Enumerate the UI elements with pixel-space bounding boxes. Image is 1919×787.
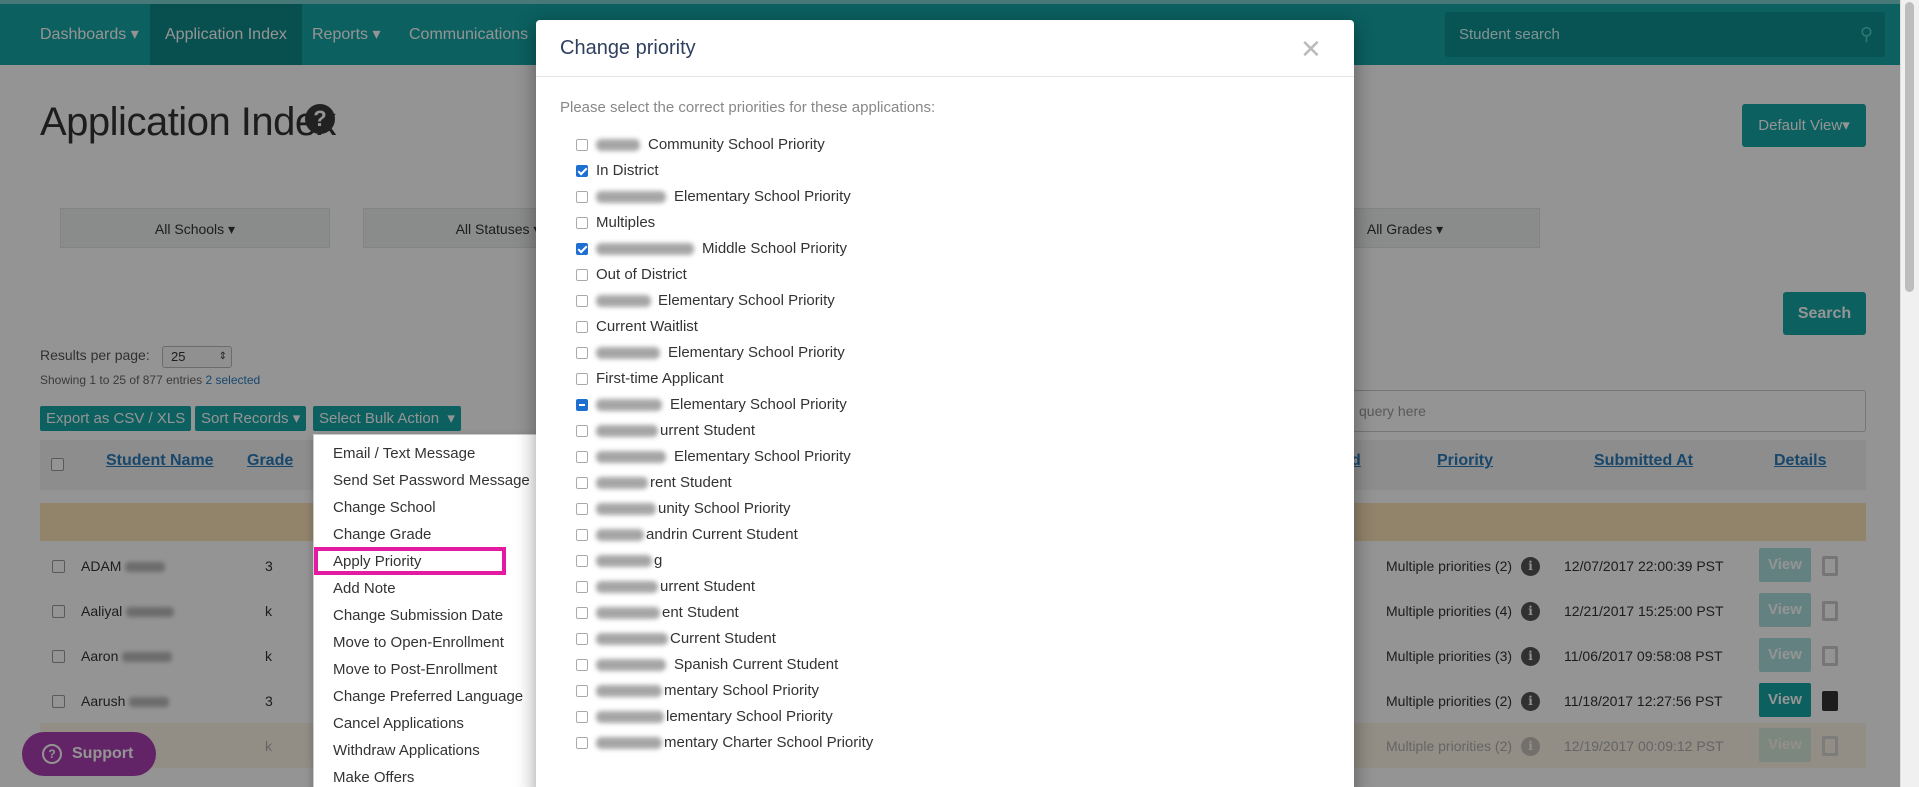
redacted-text — [596, 295, 651, 307]
priority-label: unity School Priority — [658, 500, 791, 517]
menu-item-change-submission-date[interactable]: Change Submission Date — [333, 607, 503, 624]
priority-checkbox[interactable] — [576, 737, 588, 749]
priority-label: urrent Student — [660, 422, 756, 439]
redacted-text — [596, 581, 658, 593]
priority-label: urrent Student — [660, 578, 756, 595]
priority-label: Out of District — [596, 266, 687, 283]
priority-checkbox[interactable] — [576, 399, 588, 411]
menu-item-send-password[interactable]: Send Set Password Message — [333, 472, 530, 489]
menu-item-preferred-language[interactable]: Change Preferred Language — [333, 688, 523, 705]
priority-checkbox[interactable] — [576, 347, 588, 359]
menu-item-cancel-applications[interactable]: Cancel Applications — [333, 715, 464, 732]
priority-label: andrin Current Student — [646, 526, 798, 543]
priority-checkbox[interactable] — [576, 581, 588, 593]
redacted-text — [596, 633, 668, 645]
priority-checkbox[interactable] — [576, 269, 588, 281]
priority-checkbox[interactable] — [576, 373, 588, 385]
redacted-text — [596, 139, 640, 151]
priority-label: Middle School Priority — [702, 240, 848, 257]
redacted-text — [596, 659, 666, 671]
priority-label: Current Student — [670, 630, 776, 647]
priority-checkbox[interactable] — [576, 191, 588, 203]
redacted-text — [596, 503, 656, 515]
redacted-text — [596, 685, 662, 697]
menu-item-add-note[interactable]: Add Note — [333, 580, 396, 597]
priority-label: mentary School Priority — [664, 682, 820, 699]
modal-instructions: Please select the correct priorities for… — [560, 99, 936, 116]
priority-label: mentary Charter School Priority — [664, 734, 874, 751]
redacted-text — [596, 477, 648, 489]
priority-checkbox[interactable] — [576, 425, 588, 437]
priority-checkbox[interactable] — [576, 633, 588, 645]
menu-item-withdraw-applications[interactable]: Withdraw Applications — [333, 742, 480, 759]
priority-label: rent Student — [650, 474, 732, 491]
redacted-text — [596, 711, 664, 723]
priority-checkbox[interactable] — [576, 659, 588, 671]
menu-item-change-grade[interactable]: Change Grade — [333, 526, 431, 543]
menu-item-post-enrollment[interactable]: Move to Post-Enrollment — [333, 661, 497, 678]
priority-label: Community School Priority — [648, 136, 825, 153]
priority-checkbox[interactable] — [576, 685, 588, 697]
priority-checkbox[interactable] — [576, 243, 588, 255]
priority-checkbox[interactable] — [576, 217, 588, 229]
priority-label: First-time Applicant — [596, 370, 724, 387]
menu-item-make-offers[interactable]: Make Offers — [333, 769, 414, 786]
priority-label: Elementary School Priority — [668, 344, 845, 361]
priority-checkbox[interactable] — [576, 139, 588, 151]
menu-item-open-enrollment[interactable]: Move to Open-Enrollment — [333, 634, 504, 651]
close-icon[interactable]: ✕ — [1300, 34, 1322, 65]
redacted-text — [596, 555, 652, 567]
priority-label: lementary School Priority — [666, 708, 833, 725]
priority-checkbox[interactable] — [576, 451, 588, 463]
modal-header: Change priority ✕ — [536, 20, 1354, 77]
redacted-text — [596, 607, 660, 619]
priority-checkbox[interactable] — [576, 711, 588, 723]
priority-checkbox[interactable] — [576, 503, 588, 515]
menu-item-email[interactable]: Email / Text Message — [333, 445, 475, 462]
redacted-text — [596, 243, 694, 255]
menu-item-change-school[interactable]: Change School — [333, 499, 436, 516]
priority-checkbox[interactable] — [576, 295, 588, 307]
priority-checkbox[interactable] — [576, 607, 588, 619]
priority-label: Elementary School Priority — [674, 448, 851, 465]
priority-checkbox[interactable] — [576, 477, 588, 489]
priority-checkbox[interactable] — [576, 165, 588, 177]
bulk-action-menu: Email / Text Message Send Set Password M… — [313, 434, 537, 787]
priority-label: Elementary School Priority — [658, 292, 835, 309]
priority-label: Elementary School Priority — [674, 188, 851, 205]
priority-label: Elementary School Priority — [670, 396, 847, 413]
priority-label: g — [654, 552, 663, 569]
priority-checkbox[interactable] — [576, 321, 588, 333]
modal-title: Change priority — [560, 37, 696, 59]
scrollbar-thumb[interactable] — [1905, 2, 1914, 292]
change-priority-modal: Change priority ✕ Please select the corr… — [536, 20, 1354, 787]
redacted-text — [596, 529, 644, 541]
priority-label: In District — [596, 162, 659, 179]
apply-priority-highlight — [314, 547, 506, 575]
redacted-text — [596, 191, 666, 203]
priority-label: Multiples — [596, 214, 656, 231]
priority-label: Current Waitlist — [596, 318, 698, 335]
priority-label: Spanish Current Student — [674, 656, 839, 673]
priority-label: ent Student — [662, 604, 739, 621]
redacted-text — [596, 737, 662, 749]
redacted-text — [596, 347, 660, 359]
priority-checkbox[interactable] — [576, 555, 588, 567]
redacted-text — [596, 399, 662, 411]
redacted-text — [596, 425, 658, 437]
priority-checkbox[interactable] — [576, 529, 588, 541]
redacted-text — [596, 451, 666, 463]
